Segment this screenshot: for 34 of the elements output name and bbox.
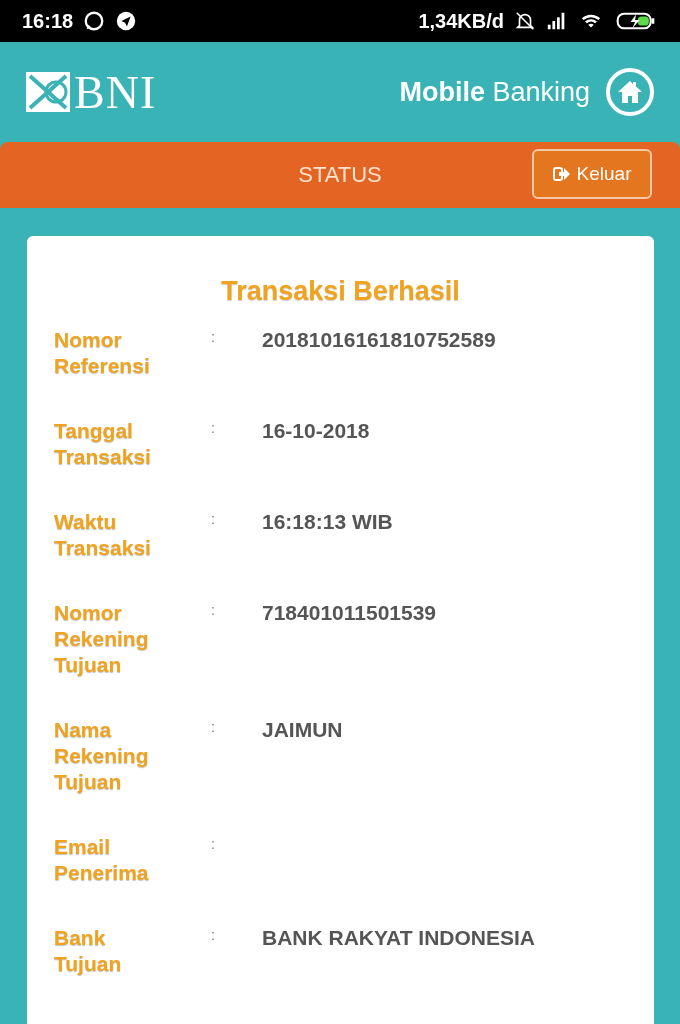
chat-bubble-icon bbox=[83, 10, 106, 32]
card-title: Transaksi Berhasil bbox=[220, 276, 461, 307]
page-title: STATUS bbox=[298, 162, 382, 188]
logout-button[interactable]: Keluar bbox=[532, 149, 652, 199]
home-button[interactable] bbox=[606, 68, 654, 116]
field-label: Tanggal Transaksi bbox=[54, 418, 152, 470]
muted-bell-icon bbox=[514, 10, 536, 32]
field-value: BANK RAKYAT INDONESIA bbox=[262, 925, 536, 951]
app-title: Mobile Banking bbox=[399, 76, 590, 108]
field-label: Email Penerima bbox=[54, 834, 150, 886]
separator: : bbox=[210, 328, 216, 347]
field-label: Waktu Transaksi bbox=[54, 509, 152, 561]
field-label: Bank Tujuan bbox=[54, 925, 123, 977]
separator: : bbox=[210, 419, 216, 438]
field-value: 16:18:13 WIB bbox=[262, 509, 393, 535]
field-label: Nomor Referensi bbox=[54, 327, 151, 379]
field-value: JAIMUN bbox=[262, 717, 343, 743]
field-value: 20181016161810752589 bbox=[262, 327, 496, 353]
logout-icon bbox=[552, 166, 571, 182]
separator: : bbox=[210, 601, 216, 620]
separator: : bbox=[210, 926, 216, 945]
brand-name: BNI bbox=[74, 65, 157, 119]
field-label: Nama Rekening Tujuan bbox=[54, 717, 150, 795]
field-value: 16-10-2018 bbox=[262, 418, 370, 444]
send-icon bbox=[115, 10, 138, 32]
logo-icon bbox=[26, 72, 70, 112]
separator: : bbox=[210, 510, 216, 529]
house-icon bbox=[616, 79, 644, 105]
clock: 16:18 bbox=[22, 9, 74, 33]
separator: : bbox=[210, 718, 216, 737]
field-label: Nomor Rekening Tujuan bbox=[54, 600, 150, 678]
separator: : bbox=[210, 835, 216, 854]
network-speed: 1,34KB/d bbox=[418, 9, 504, 33]
field-value: 718401011501539 bbox=[262, 600, 437, 626]
